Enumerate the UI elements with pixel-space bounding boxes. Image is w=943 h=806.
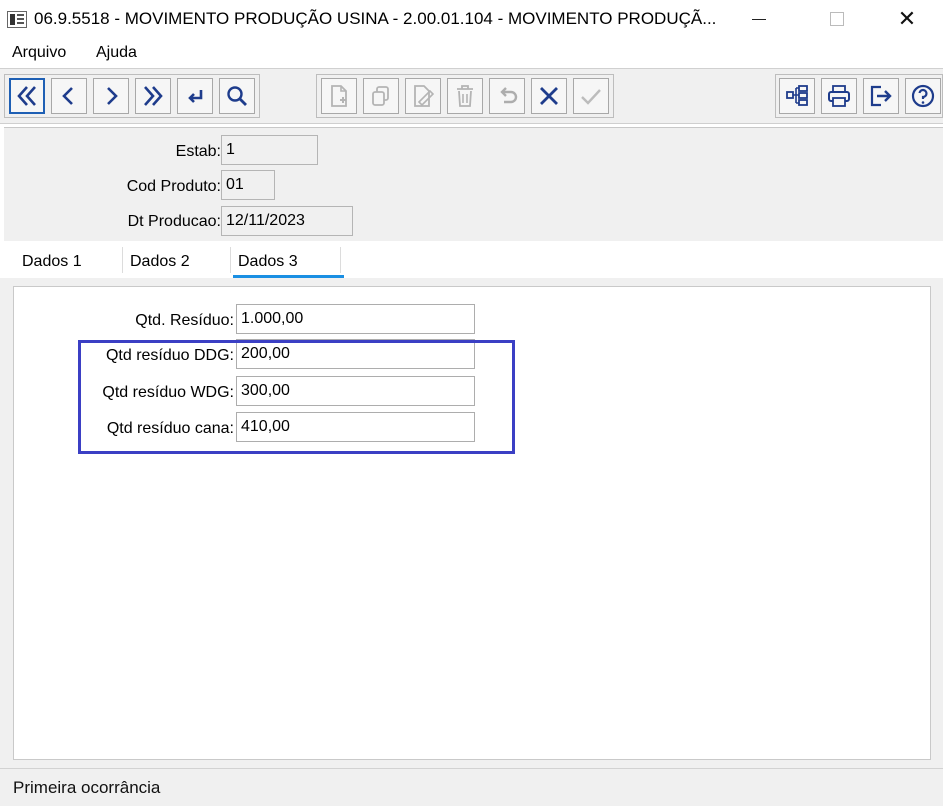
utility-group xyxy=(775,74,943,118)
navigation-group xyxy=(4,74,260,118)
exit-icon xyxy=(870,85,892,107)
search-icon xyxy=(227,86,247,106)
help-icon xyxy=(911,84,935,108)
tabs-bar: Dados 1 Dados 2 Dados 3 xyxy=(4,241,943,278)
close-button[interactable]: ✕ xyxy=(884,0,930,38)
next-record-button[interactable] xyxy=(93,78,129,114)
previous-record-icon xyxy=(62,87,73,105)
cancel-button[interactable] xyxy=(531,78,567,114)
edit-icon xyxy=(414,85,435,107)
window-title: 06.9.5518 - MOVIMENTO PRODUÇÃO USINA - 2… xyxy=(34,9,717,28)
status-text: Primeira ocorrância xyxy=(13,778,161,797)
dt-producao-field[interactable]: 12/11/2023 xyxy=(221,206,353,236)
menu-bar: Arquivo Ajuda xyxy=(0,38,943,68)
last-record-button[interactable] xyxy=(135,78,171,114)
title-bar: 06.9.5518 - MOVIMENTO PRODUÇÃO USINA - 2… xyxy=(0,0,943,38)
first-record-icon xyxy=(17,86,36,106)
new-button[interactable] xyxy=(321,78,357,114)
cancel-icon xyxy=(540,87,558,105)
hierarchy-button[interactable] xyxy=(779,78,815,114)
estab-field[interactable]: 1 xyxy=(221,135,318,165)
previous-record-button[interactable] xyxy=(51,78,87,114)
maximize-button[interactable] xyxy=(814,0,860,38)
tab-separator xyxy=(122,247,123,273)
confirm-button[interactable] xyxy=(573,78,609,114)
undo-button[interactable] xyxy=(489,78,525,114)
tab-dados-3[interactable]: Dados 3 xyxy=(238,253,298,271)
next-record-icon xyxy=(107,87,118,105)
status-bar: Primeira ocorrância xyxy=(0,768,943,806)
estab-label: Estab: xyxy=(175,143,221,160)
minimize-button[interactable] xyxy=(736,0,782,38)
first-record-button[interactable] xyxy=(9,78,45,114)
copy-button[interactable] xyxy=(363,78,399,114)
goto-button[interactable] xyxy=(177,78,213,114)
print-button[interactable] xyxy=(821,78,857,114)
cod-produto-field[interactable]: 01 xyxy=(221,170,275,200)
copy-icon xyxy=(372,86,389,106)
goto-icon xyxy=(188,90,203,103)
last-record-icon xyxy=(144,86,163,106)
menu-ajuda[interactable]: Ajuda xyxy=(96,44,137,62)
edit-button[interactable] xyxy=(405,78,441,114)
qtd-residuo-field[interactable]: 1.000,00 xyxy=(236,304,475,334)
tab-dados-2[interactable]: Dados 2 xyxy=(130,253,190,271)
exit-button[interactable] xyxy=(863,78,899,114)
new-document-icon xyxy=(331,85,347,107)
menu-arquivo[interactable]: Arquivo xyxy=(12,44,66,62)
tab-separator xyxy=(230,247,231,273)
qtd-residuo-label: Qtd. Resíduo: xyxy=(135,312,234,329)
help-button[interactable] xyxy=(905,78,941,114)
print-icon xyxy=(828,85,850,107)
search-button[interactable] xyxy=(219,78,255,114)
app-icon xyxy=(7,11,27,28)
undo-icon xyxy=(500,87,518,104)
tab-dados-1[interactable]: Dados 1 xyxy=(22,253,82,271)
delete-button[interactable] xyxy=(447,78,483,114)
tab-separator xyxy=(340,247,341,273)
toolbar xyxy=(0,68,943,124)
edit-group xyxy=(316,74,614,118)
delete-icon xyxy=(457,85,473,107)
hierarchy-icon xyxy=(786,85,808,106)
confirm-icon xyxy=(581,89,601,105)
highlight-box xyxy=(78,340,515,454)
cod-produto-label: Cod Produto: xyxy=(126,178,221,195)
header-panel: Estab: 1 Cod Produto: 01 Dt Producao: 12… xyxy=(4,127,943,241)
dt-producao-label: Dt Producao: xyxy=(127,213,221,230)
